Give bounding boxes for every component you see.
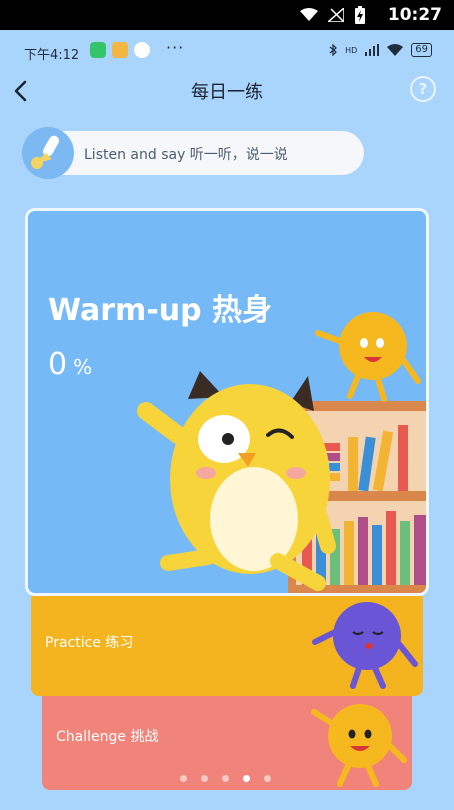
system-icons	[300, 6, 366, 24]
notification-icons	[90, 42, 150, 58]
warmup-card[interactable]: Warm-up 热身 0%	[25, 208, 429, 596]
shield-app-icon	[90, 42, 106, 58]
bluetooth-icon	[329, 44, 337, 56]
more-notifications-icon: ···	[166, 38, 185, 57]
page-dot[interactable]	[264, 775, 271, 782]
wifi-icon	[300, 8, 318, 21]
yellow-ball-illustration	[311, 704, 407, 787]
instruction-banner: Listen and say 听一听，说一说	[22, 127, 364, 179]
phone-status-bar: 下午4:12 ··· HD 69	[0, 30, 454, 72]
folder-app-icon	[112, 42, 128, 58]
signal-icon	[328, 8, 344, 22]
system-time: 10:27	[387, 5, 442, 25]
qq-app-icon	[134, 42, 150, 58]
battery-charging-icon	[355, 6, 365, 24]
warmup-illustration	[137, 312, 426, 593]
purple-ball-illustration	[312, 602, 418, 689]
app-header: 每日一练 ?	[0, 72, 454, 112]
microphone-icon[interactable]	[22, 127, 74, 179]
network-label: HD	[345, 45, 358, 55]
challenge-title: Challenge 挑战	[56, 729, 159, 745]
cell-signal-icon	[365, 44, 380, 56]
phone-wifi-icon	[387, 44, 404, 56]
phone-status-right: HD 69	[329, 43, 432, 57]
help-icon[interactable]: ?	[410, 76, 436, 102]
practice-title: Practice 练习	[45, 635, 134, 651]
page-dot[interactable]	[180, 775, 187, 782]
page-dot[interactable]	[222, 775, 229, 782]
page-dot[interactable]	[201, 775, 208, 782]
practice-card[interactable]: Practice 练习	[31, 596, 423, 696]
phone-time: 下午4:12	[24, 48, 80, 63]
page-title: 每日一练	[191, 82, 263, 103]
system-status-bar: 10:27	[0, 0, 454, 30]
instruction-text: Listen and say 听一听，说一说	[84, 147, 288, 163]
phone-battery: 69	[411, 43, 432, 57]
page-dot-active[interactable]	[243, 775, 250, 782]
page-indicator	[180, 775, 271, 782]
